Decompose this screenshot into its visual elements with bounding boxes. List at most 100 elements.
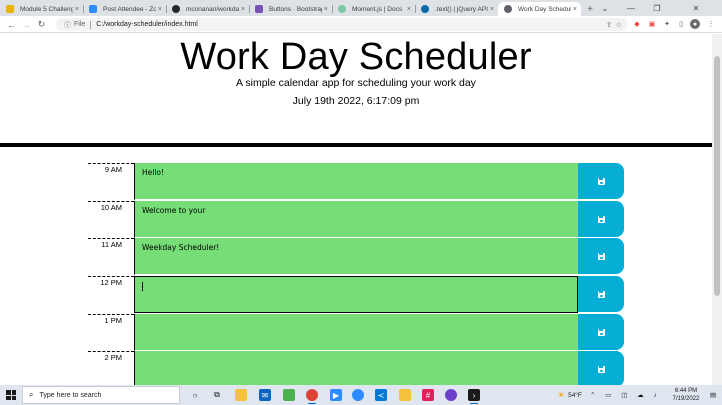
time-block: 12 PM [88,276,624,313]
browser-tab[interactable]: Buttons · Bootstrap v5...× [249,2,332,16]
save-button[interactable] [578,276,624,312]
share-icon[interactable]: ⇪ ☆ [606,21,622,29]
description-textarea[interactable]: Welcome to your [134,201,578,238]
taskbar-clock[interactable]: 6:44 PM 7/19/2022 [664,387,708,403]
tab-search-icon[interactable]: ⌄ [592,0,618,16]
forward-icon[interactable]: → [20,18,33,31]
mail-icon[interactable]: ✉ [259,389,271,401]
save-button[interactable] [578,163,624,199]
save-icon [597,215,605,223]
save-icon [597,290,605,298]
minimize-window-icon[interactable]: — [618,0,644,16]
terminal-icon[interactable]: › [468,389,480,404]
teams-icon[interactable] [352,389,364,401]
save-button[interactable] [578,314,624,350]
time-block: 1 PM [88,314,624,351]
browser-tab-strip: Module 5 Challenge× Post Attendee - Zoom… [0,0,722,16]
zoom-icon[interactable]: ▶ [330,389,342,401]
clock-time: 6:44 PM [674,388,698,394]
close-window-icon[interactable]: ✕ [670,0,722,16]
save-button[interactable] [578,238,624,274]
extension-icon[interactable]: ◆ [632,19,642,29]
page-scrollbar[interactable] [712,34,722,385]
browser-toolbar: ← → ↻ ⓘ File C:/workday-scheduler/index.… [0,16,722,33]
save-button[interactable] [578,201,624,237]
page-content: Work Day Scheduler A simple calendar app… [0,34,712,385]
close-tab-icon[interactable]: × [490,6,494,13]
scrollbar-thumb[interactable] [714,56,720,296]
back-icon[interactable]: ← [5,18,18,31]
browser-tab[interactable]: Post Attendee - Zoom× [83,2,166,16]
description-textarea[interactable]: Hello! [134,163,578,200]
close-tab-icon[interactable]: × [158,6,162,13]
description-textarea[interactable] [134,276,578,313]
taskbar-search-input[interactable]: ⌕ Type here to search [22,386,180,404]
save-button[interactable] [578,351,624,385]
notification-icon[interactable]: ▤ [710,385,716,405]
github-desktop-icon[interactable] [445,389,457,401]
hour-label: 2 PM [88,351,134,385]
weather-temp: 54°F [568,391,582,399]
search-icon: ⌕ [29,390,34,399]
system-tray-icons[interactable]: ⌃ ▭ ◫ ☁ ♪ [590,385,661,405]
hour-label: 9 AM [88,163,134,200]
hour-label: 12 PM [88,276,134,313]
cortana-icon[interactable]: ○ [189,389,201,401]
menu-icon[interactable]: ⋮ [706,19,716,29]
browser-tab[interactable]: Module 5 Challenge × [0,2,83,16]
tab-favicon-icon [255,5,263,13]
file-scheme-label: File [74,21,86,28]
description-textarea[interactable] [134,314,578,351]
task-view-icon[interactable]: ⧉ [211,389,223,401]
save-icon [597,252,605,260]
chrome-icon[interactable] [306,389,318,404]
current-day: July 19th 2022, 6:17:09 pm [292,95,420,107]
info-icon: ⓘ [64,21,71,29]
time-block: 9 AM Hello! [88,163,624,200]
puzzle-icon[interactable]: ✦ [662,19,672,29]
tab-favicon-icon [6,5,14,13]
close-tab-icon[interactable]: × [407,6,411,13]
tab-favicon-icon [338,5,346,13]
close-tab-icon[interactable]: × [573,6,577,13]
time-block: 10 AM Welcome to your [88,201,624,238]
text-caret [142,282,143,291]
save-icon [597,328,605,336]
clock-date: 7/19/2022 [672,396,700,402]
save-icon [597,365,605,373]
extension-icon[interactable]: ▣ [647,19,657,29]
tab-favicon-icon [172,5,180,13]
browser-tab[interactable]: .text() | jQuery API Do...× [415,2,498,16]
restore-window-icon[interactable]: ❐ [644,0,670,16]
search-placeholder: Type here to search [39,391,102,399]
vscode-icon[interactable]: ≺ [375,389,387,401]
browser-tab[interactable]: mconanan/workday-...× [166,2,249,16]
close-tab-icon[interactable]: × [75,6,79,13]
file-explorer-icon[interactable] [235,389,247,401]
folder-icon[interactable] [399,389,411,401]
sidebar-icon[interactable]: ▯ [676,19,686,29]
tab-favicon-icon [421,5,429,13]
slack-icon[interactable]: # [422,389,434,401]
time-block: 11 AM Weekday Scheduler! [88,238,624,275]
description-textarea[interactable]: Weekday Scheduler! [134,238,578,275]
url-text: C:/workday-scheduler/index.html [96,21,198,28]
page-subtitle: A simple calendar app for scheduling you… [236,77,476,89]
time-block: 2 PM [88,351,624,385]
address-bar[interactable]: ⓘ File C:/workday-scheduler/index.html ⇪… [56,18,628,31]
jumbotron-header: Work Day Scheduler A simple calendar app… [0,34,712,147]
description-textarea[interactable] [134,351,578,385]
hour-label: 10 AM [88,201,134,238]
browser-tab[interactable]: Moment.js | Docs × [332,2,415,16]
hour-label: 1 PM [88,314,134,351]
notepad-icon[interactable] [283,389,295,401]
avatar[interactable]: ● [690,19,700,29]
close-tab-icon[interactable]: × [324,6,328,13]
weather-widget[interactable]: ☀ 54°F [557,385,582,405]
reload-icon[interactable]: ↻ [35,18,48,31]
taskbar: ⌕ Type here to search ○ ⧉ ✉ ▶ ≺ # › ☀ 54°… [0,385,722,405]
windows-start-icon[interactable] [6,390,16,400]
browser-tab-active[interactable]: Work Day Scheduler× [498,2,581,16]
tab-favicon-icon [89,5,97,13]
close-tab-icon[interactable]: × [241,6,245,13]
